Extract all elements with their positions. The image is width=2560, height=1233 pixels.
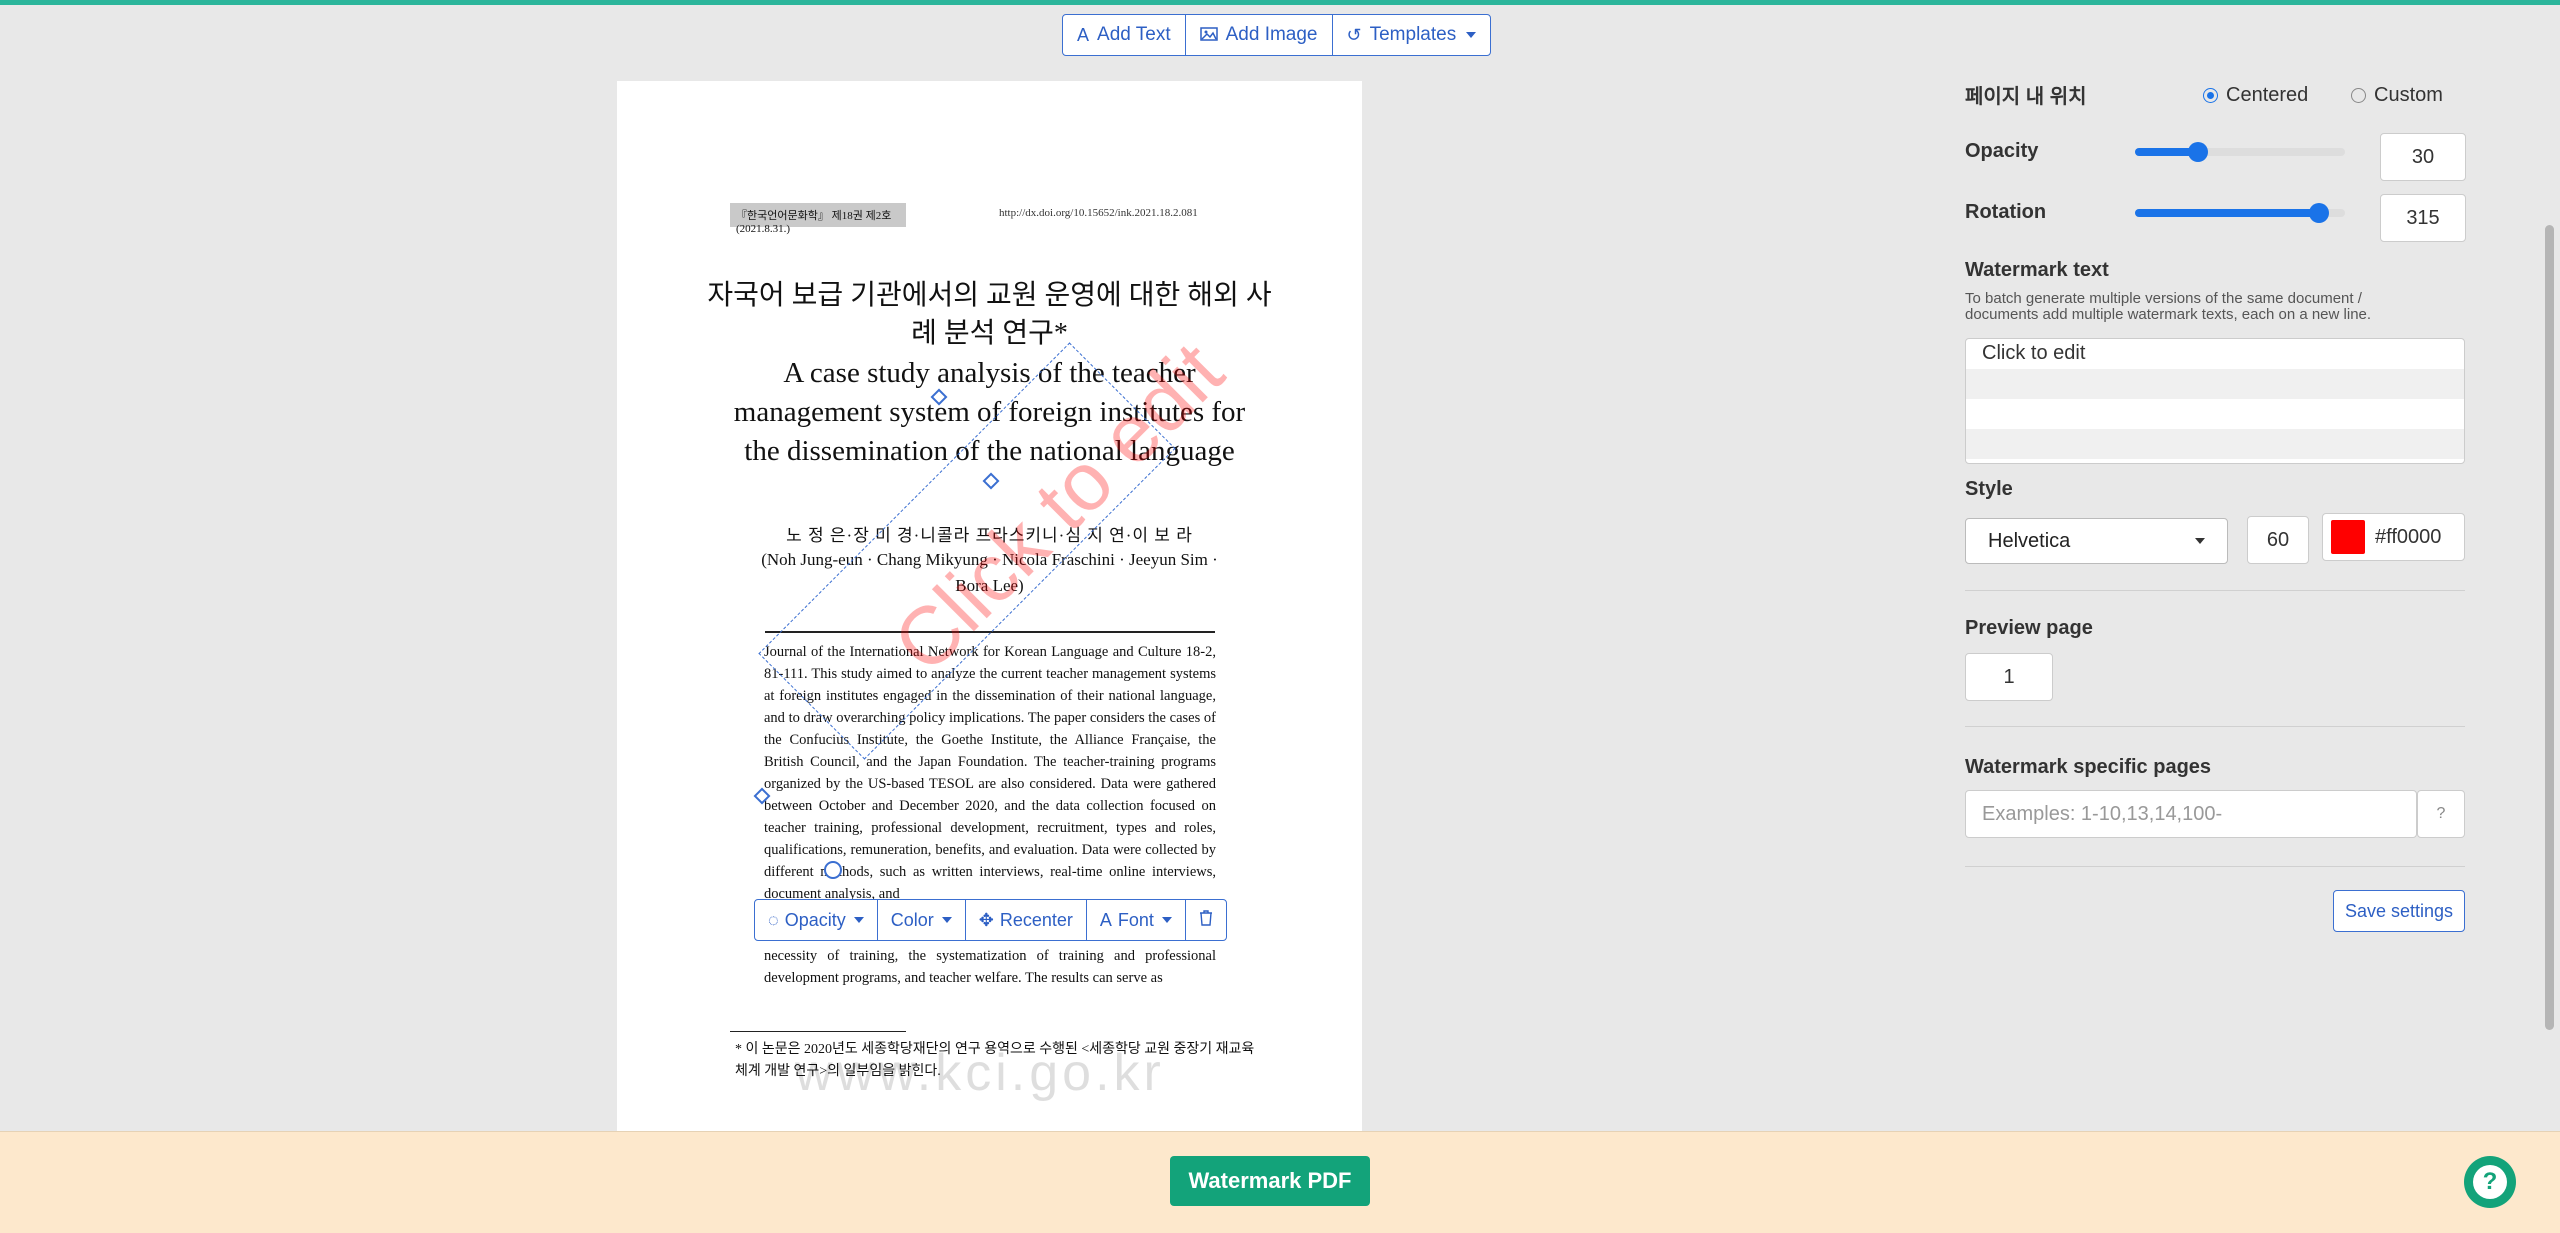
- watermark-text-area[interactable]: Click to edit: [1965, 338, 2465, 464]
- recenter-label: Recenter: [999, 909, 1073, 930]
- watermark-text-empty-line: [1966, 429, 2464, 459]
- radio-checked-icon: [2203, 88, 2218, 103]
- watermark-text-help: To batch generate multiple versions of t…: [1965, 290, 2372, 323]
- opacity-label: Opacity: [1965, 140, 2039, 162]
- watermark-floating-toolbar: ◌ Opacity Color ✥ Recenter A Font: [754, 899, 1227, 941]
- divider: [1965, 726, 2465, 727]
- specific-pages-input[interactable]: Examples: 1-10,13,14,100-: [1965, 790, 2417, 838]
- opacity-dropdown[interactable]: ◌ Opacity: [755, 900, 878, 940]
- add-image-button[interactable]: Add Image: [1186, 15, 1333, 55]
- text-icon: A: [1077, 24, 1090, 45]
- rotation-label: Rotation: [1965, 201, 2047, 223]
- scrollbar[interactable]: [2545, 225, 2554, 1030]
- font-icon: A: [1099, 909, 1112, 930]
- rotate-handle[interactable]: [824, 861, 842, 879]
- footnote-rule: [730, 1031, 906, 1032]
- kci-watermark: www.kci.go.kr: [795, 1044, 1165, 1102]
- doi-text: http://dx.doi.org/10.15652/ink.2021.18.2…: [999, 207, 1198, 219]
- font-size-input[interactable]: 60: [2247, 516, 2309, 564]
- delete-button[interactable]: [1186, 900, 1226, 940]
- add-text-button[interactable]: A Add Text: [1063, 15, 1186, 55]
- watermark-text-label: Watermark text: [1965, 259, 2109, 281]
- rotation-slider[interactable]: [2135, 203, 2345, 223]
- font-select-value: Helvetica: [1988, 529, 2071, 552]
- help-chat-button[interactable]: ?: [2464, 1156, 2516, 1208]
- watermark-pdf-button[interactable]: Watermark PDF: [1170, 1156, 1370, 1206]
- specific-pages-label: Watermark specific pages: [1965, 756, 2212, 778]
- color-swatch: [2331, 520, 2365, 554]
- radio-unchecked-icon: [2351, 88, 2366, 103]
- rotation-slider-fill: [2135, 209, 2319, 217]
- centered-label: Centered: [2226, 84, 2309, 106]
- chevron-down-icon: [1466, 32, 1477, 38]
- color-dropdown-label: Color: [890, 909, 934, 930]
- templates-label: Templates: [1369, 24, 1457, 45]
- chevron-down-icon: [1161, 917, 1172, 923]
- chevron-down-icon: [941, 917, 952, 923]
- custom-label: Custom: [2374, 84, 2443, 106]
- rotation-slider-knob[interactable]: [2308, 203, 2329, 223]
- preview-page-input[interactable]: 1: [1965, 653, 2053, 701]
- eye-slash-icon: ◌: [768, 909, 779, 930]
- templates-dropdown[interactable]: ↺ Templates: [1333, 15, 1491, 55]
- watermark-text-empty-line: [1966, 399, 2464, 429]
- color-picker[interactable]: #ff0000: [2322, 513, 2465, 561]
- divider: [1965, 866, 2465, 867]
- save-settings-button[interactable]: Save settings: [2333, 890, 2465, 932]
- editor-toolbar: A Add Text Add Image ↺ Templates: [1062, 14, 1492, 56]
- font-dropdown[interactable]: A Font: [1087, 900, 1186, 940]
- opacity-dropdown-label: Opacity: [784, 909, 846, 930]
- top-accent-line: [0, 0, 2560, 5]
- crosshair-icon: ✥: [978, 909, 994, 930]
- chevron-down-icon: [2195, 538, 2205, 544]
- korean-title: 자국어 보급 기관에서의 교원 운영에 대한 해외 사례 분석 연구*: [707, 280, 1272, 349]
- add-text-label: Add Text: [1097, 24, 1171, 45]
- journal-header: 『한국언어문화학』 제18권 제2호(2021.8.31.): [730, 203, 906, 235]
- help-icon[interactable]: ?: [2417, 790, 2465, 838]
- custom-radio[interactable]: Custom: [2351, 84, 2443, 107]
- recenter-button[interactable]: ✥ Recenter: [966, 900, 1087, 940]
- opacity-input[interactable]: 30: [2380, 133, 2466, 181]
- color-hex-value: #ff0000: [2375, 525, 2442, 548]
- preview-page-label: Preview page: [1965, 617, 2093, 639]
- chevron-down-icon: [853, 917, 864, 923]
- opacity-slider[interactable]: [2135, 142, 2345, 162]
- font-select[interactable]: Helvetica: [1965, 518, 2228, 564]
- watermark-text-empty-line: [1966, 369, 2464, 399]
- opacity-slider-knob[interactable]: [2188, 142, 2208, 162]
- image-icon: [1199, 25, 1218, 46]
- watermark-text-line: Click to edit: [1982, 342, 2086, 364]
- add-image-label: Add Image: [1225, 24, 1318, 45]
- divider: [1965, 590, 2465, 591]
- position-label: 페이지 내 위치: [1965, 86, 2087, 108]
- style-label: Style: [1965, 478, 2013, 500]
- centered-radio[interactable]: Centered: [2203, 84, 2308, 107]
- pdf-page-preview: 『한국언어문화학』 제18권 제2호(2021.8.31.) http://dx…: [617, 81, 1362, 1131]
- abstract-text-continued: necessity of training, the systematizati…: [764, 948, 1216, 986]
- question-icon: ?: [2473, 1165, 2507, 1199]
- history-icon: ↺: [1346, 24, 1362, 45]
- color-dropdown[interactable]: Color: [878, 900, 966, 940]
- font-dropdown-label: Font: [1117, 909, 1154, 930]
- position-row: 페이지 내 위치: [1965, 80, 2087, 109]
- trash-icon: [1199, 909, 1213, 931]
- rotation-input[interactable]: 315: [2380, 194, 2466, 242]
